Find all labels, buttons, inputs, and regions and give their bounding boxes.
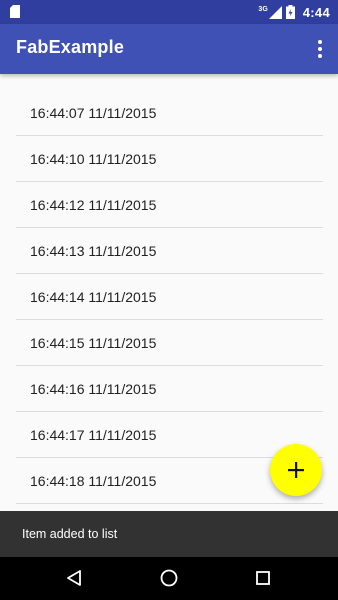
list-item[interactable]: 16:44:16 11/11/2015	[16, 366, 323, 412]
list-item[interactable]: 16:44:14 11/11/2015	[16, 274, 323, 320]
network-type-label: 3G	[258, 5, 268, 13]
menu-dot	[318, 40, 322, 44]
list-item-label: 16:44:17 11/11/2015	[30, 426, 157, 443]
list-item-label: 16:44:16 11/11/2015	[30, 380, 157, 397]
list-item-label: 16:44:12 11/11/2015	[30, 196, 157, 213]
list-item[interactable]: 16:44:13 11/11/2015	[16, 228, 323, 274]
screen: 3G 4:44 FabExample 16:44:07 11/11/2015 1…	[0, 0, 338, 600]
app-bar: FabExample	[0, 24, 338, 74]
clock: 4:44	[302, 4, 330, 20]
list-item-label: 16:44:14 11/11/2015	[30, 288, 157, 305]
back-icon[interactable]	[62, 566, 86, 590]
list-item[interactable]: 16:44:15 11/11/2015	[16, 320, 323, 366]
overflow-menu-icon[interactable]	[312, 37, 328, 61]
list-item[interactable]: 16:44:10 11/11/2015	[16, 136, 323, 182]
list-item-label: 16:44:15 11/11/2015	[30, 334, 157, 351]
recents-icon[interactable]	[251, 566, 275, 590]
status-bar: 3G 4:44	[0, 0, 338, 24]
menu-dot	[318, 47, 322, 51]
menu-dot	[318, 54, 322, 58]
add-fab-button[interactable]	[270, 444, 322, 496]
list-item-label: 16:44:13 11/11/2015	[30, 242, 157, 259]
home-icon[interactable]	[157, 566, 181, 590]
list-item[interactable]: 16:44:07 11/11/2015	[16, 90, 323, 136]
battery-icon	[285, 5, 295, 19]
list-item-label: 16:44:10 11/11/2015	[30, 150, 157, 167]
list-item-label: 16:44:18 11/11/2015	[30, 472, 157, 489]
snackbar-message: Item added to list	[22, 527, 118, 541]
signal-icon	[268, 5, 282, 19]
navigation-bar	[0, 557, 338, 600]
item-list: 16:44:07 11/11/2015 16:44:10 11/11/2015 …	[16, 90, 323, 504]
snackbar: Item added to list	[0, 511, 338, 557]
list-item-label: 16:44:07 11/11/2015	[30, 104, 157, 121]
app-title: FabExample	[16, 37, 125, 57]
list-item[interactable]: 16:44:12 11/11/2015	[16, 182, 323, 228]
add-icon	[288, 462, 304, 478]
sd-card-icon	[10, 5, 20, 18]
